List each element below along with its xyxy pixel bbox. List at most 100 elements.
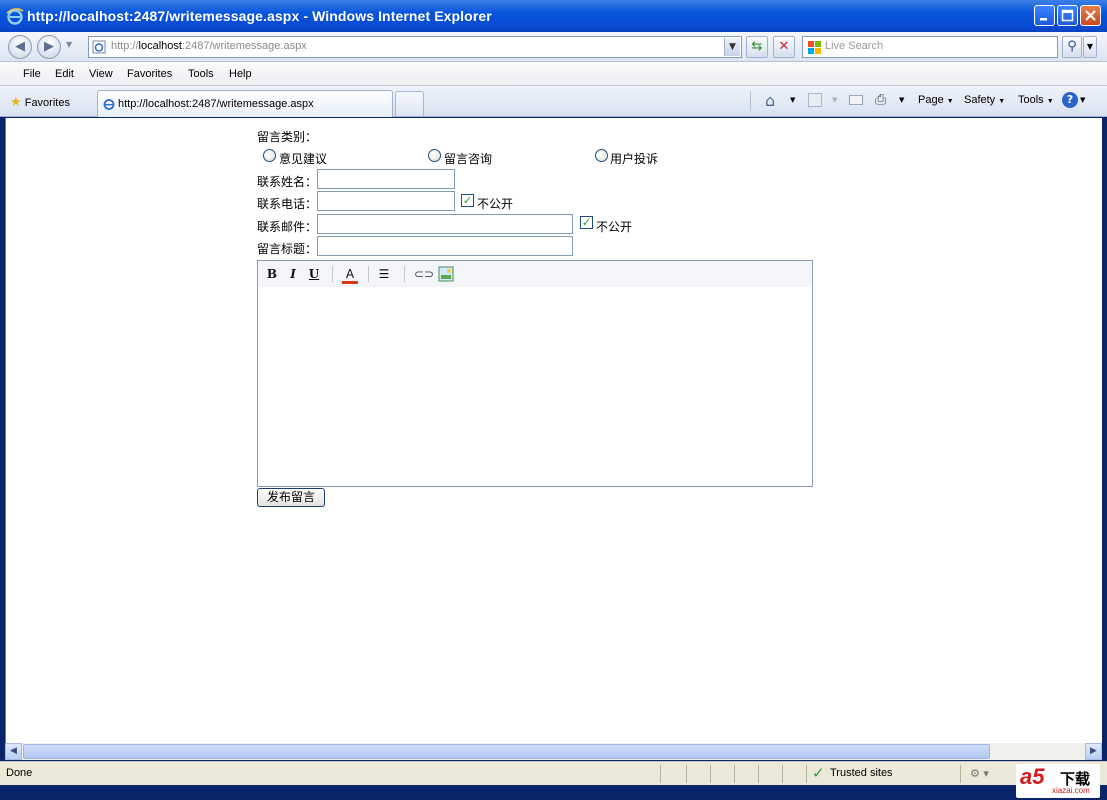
refresh-icon: ⇆ (751, 39, 763, 54)
favorites-label: Favorites (24, 97, 70, 109)
menu-help[interactable]: Help (229, 68, 252, 80)
chevron-down-icon: ▼ (946, 98, 954, 105)
print-icon[interactable]: ⎙ (875, 92, 886, 108)
category-option-suggestion: 意见建议 (279, 152, 328, 166)
home-icon[interactable]: ⌂ (765, 91, 775, 110)
rich-text-editor[interactable]: B I U A ☰ ⊂⊃ (257, 260, 813, 487)
horizontal-scrollbar[interactable]: ◀ ▶ (5, 743, 1102, 760)
url-text: http://localhost:2487/writemessage.aspx (111, 40, 307, 52)
tab-label: http://localhost:2487/writemessage.aspx (118, 98, 314, 110)
menu-tools[interactable]: Tools (188, 68, 214, 80)
link-button[interactable]: ⊂⊃ (414, 266, 434, 282)
toolbar-separator (404, 266, 405, 282)
menu-favorites[interactable]: Favorites (127, 68, 172, 80)
stop-icon: ✕ (778, 39, 790, 54)
close-button[interactable] (1080, 5, 1101, 26)
back-button[interactable]: ◀ (8, 35, 32, 59)
search-button[interactable]: ⚲ (1062, 36, 1082, 58)
phone-private-label: 不公开 (477, 197, 514, 211)
italic-button[interactable]: I (285, 266, 301, 282)
toolbar-divider (750, 91, 751, 111)
chevron-down-icon[interactable]: ▼ (899, 96, 904, 104)
title-label: 留言标题： (257, 242, 318, 256)
scroll-left-button[interactable]: ◀ (5, 743, 22, 760)
chevron-down-icon: ▼ (1086, 42, 1094, 51)
security-zone: Trusted sites (830, 767, 893, 779)
page-menu[interactable]: Page ▼ (918, 94, 954, 106)
phone-private-checkbox[interactable]: ✓ (461, 194, 474, 207)
chevron-right-icon: ▶ (1090, 746, 1097, 756)
url-rest: :2487/writemessage.aspx (181, 40, 307, 52)
category-option-inquiry: 留言咨询 (444, 152, 493, 166)
category-radio-inquiry[interactable] (428, 149, 441, 162)
category-label: 留言类别： (257, 130, 318, 144)
align-button[interactable]: ☰ (376, 266, 392, 282)
email-private-label: 不公开 (596, 220, 633, 234)
underline-button[interactable]: U (306, 266, 322, 282)
category-radio-suggestion[interactable] (263, 149, 276, 162)
forward-arrow-icon: ▶ (44, 39, 54, 54)
menu-view[interactable]: View (89, 68, 113, 80)
page-menu-label: Page (918, 94, 944, 106)
title-input[interactable] (317, 236, 573, 256)
category-radio-complaint[interactable] (595, 149, 608, 162)
maximize-button[interactable] (1057, 5, 1078, 26)
scroll-right-button[interactable]: ▶ (1085, 743, 1102, 760)
menu-edit[interactable]: Edit (55, 68, 74, 80)
feeds-icon[interactable] (808, 93, 822, 107)
status-divider (758, 765, 759, 783)
window-title: http://localhost:2487/writemessage.aspx … (27, 8, 492, 24)
chevron-down-icon[interactable]: ▼ (1080, 96, 1085, 104)
safety-menu[interactable]: Safety ▼ (964, 94, 1005, 106)
address-dropdown[interactable]: ▼ (724, 38, 740, 56)
align-left-icon: ☰ (378, 267, 390, 281)
scroll-thumb[interactable] (23, 744, 990, 759)
chevron-down-icon: ▼ (832, 96, 838, 104)
status-divider (660, 765, 661, 783)
tools-menu[interactable]: Tools ▼ (1018, 94, 1054, 106)
bold-button[interactable]: B (264, 266, 280, 282)
search-input[interactable]: Live Search (802, 36, 1058, 58)
new-tab-button[interactable] (395, 91, 424, 116)
help-icon[interactable]: ? (1062, 92, 1078, 108)
toolbar-separator (368, 266, 369, 282)
submit-button[interactable]: 发布留言 (257, 488, 325, 507)
minimize-button[interactable] (1034, 5, 1055, 26)
email-label: 联系邮件： (257, 220, 318, 234)
tools-menu-label: Tools (1018, 94, 1044, 106)
link-icon: ⊂⊃ (414, 267, 435, 281)
forward-button[interactable]: ▶ (37, 35, 61, 59)
chevron-down-icon[interactable]: ▼ (790, 96, 795, 104)
chevron-left-icon: ◀ (10, 746, 17, 756)
email-private-checkbox[interactable]: ✓ (580, 216, 593, 229)
status-divider (960, 765, 961, 783)
page-content: 留言类别： 意见建议 留言咨询 用户投诉 联系姓名： 联系电话： ✓ 不公开 联… (5, 118, 1102, 743)
history-dropdown-icon[interactable]: ▼ (66, 40, 72, 49)
title-bar: http://localhost:2487/writemessage.aspx … (0, 0, 1107, 32)
status-divider (782, 765, 783, 783)
window-bottom-frame (0, 785, 1107, 800)
minimize-icon (1040, 18, 1047, 21)
phone-label: 联系电话： (257, 197, 318, 211)
status-divider (734, 765, 735, 783)
name-input[interactable] (317, 169, 455, 189)
tab-bar: ★ Favorites http://localhost:2487/writem… (0, 86, 1107, 117)
refresh-button[interactable]: ⇆ (746, 36, 768, 58)
category-option-complaint: 用户投诉 (610, 152, 659, 166)
close-icon (1085, 10, 1096, 21)
tab-current[interactable]: http://localhost:2487/writemessage.aspx (97, 90, 393, 117)
page-icon (92, 40, 106, 54)
font-color-button[interactable]: A (342, 266, 358, 284)
email-input[interactable] (317, 214, 573, 234)
stop-button[interactable]: ✕ (773, 36, 795, 58)
image-button[interactable] (438, 266, 454, 282)
search-placeholder: Live Search (825, 40, 884, 52)
phone-input[interactable] (317, 191, 455, 211)
address-input[interactable]: http://localhost:2487/writemessage.aspx … (88, 36, 742, 58)
search-options-button[interactable]: ▼ (1083, 36, 1097, 58)
menu-file[interactable]: File (23, 68, 41, 80)
mail-icon[interactable] (849, 95, 863, 105)
watermark-brand: a5 (1020, 764, 1045, 789)
zoom-icon[interactable]: ⚙ ▾ (970, 767, 989, 780)
favorites-button[interactable]: ★ Favorites (10, 94, 70, 110)
